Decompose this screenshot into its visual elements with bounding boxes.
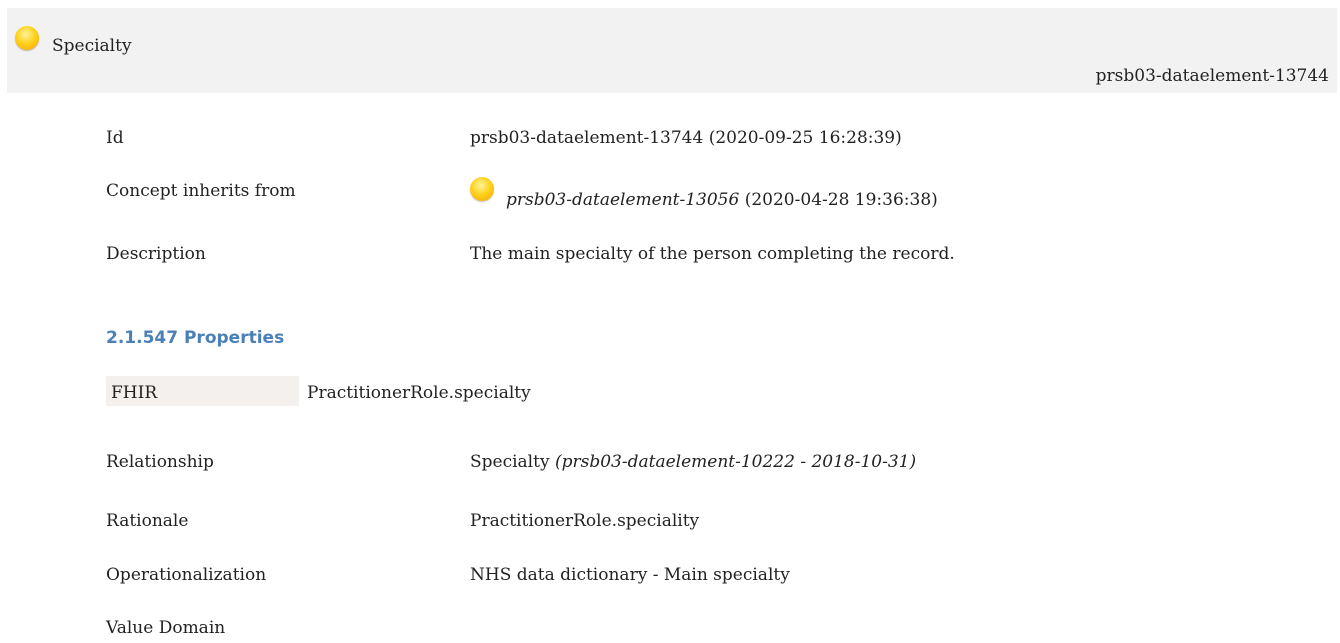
status-orb-icon xyxy=(470,177,494,201)
operationalization-label: Operationalization xyxy=(106,565,267,585)
inherits-ref-link[interactable]: prsb03-dataelement-13056 xyxy=(506,190,739,210)
rationale-label: Rationale xyxy=(106,511,189,531)
inherits-date: (2020-04-28 19:36:38) xyxy=(739,190,938,210)
description-value: The main specialty of the person complet… xyxy=(470,244,955,264)
concept-header: Specialty prsb03-dataelement-13744 xyxy=(7,8,1337,93)
relationship-value: Specialty (prsb03-dataelement-10222 - 20… xyxy=(470,452,916,472)
operationalization-value: NHS data dictionary - Main specialty xyxy=(470,565,790,585)
relationship-label: Relationship xyxy=(106,452,214,472)
status-orb-icon xyxy=(15,26,39,50)
description-label: Description xyxy=(106,244,206,264)
id-label: Id xyxy=(106,128,124,148)
fhir-label: FHIR xyxy=(111,383,158,403)
concept-id: prsb03-dataelement-13744 xyxy=(1095,66,1329,86)
inherits-label: Concept inherits from xyxy=(106,181,296,201)
id-value: prsb03-dataelement-13744 (2020-09-25 16:… xyxy=(470,128,902,148)
concept-title: Specialty xyxy=(52,36,132,56)
inherits-value: prsb03-dataelement-13056 (2020-04-28 19:… xyxy=(506,190,938,210)
properties-heading: 2.1.547 Properties xyxy=(106,328,285,348)
relationship-ref: (prsb03-dataelement-10222 - 2018-10-31) xyxy=(549,452,917,472)
fhir-value: PractitionerRole.specialty xyxy=(307,383,531,403)
value-domain-label: Value Domain xyxy=(106,618,226,638)
rationale-value: PractitionerRole.speciality xyxy=(470,511,700,531)
relationship-name: Specialty xyxy=(470,452,550,472)
